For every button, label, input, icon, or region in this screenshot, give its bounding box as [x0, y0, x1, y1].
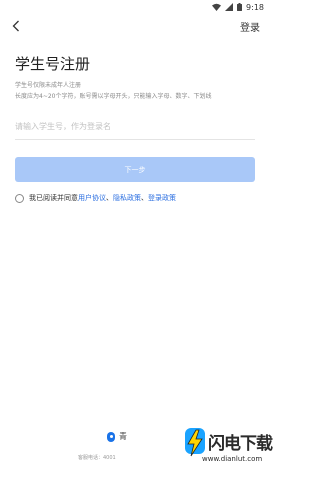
agree-checkbox[interactable] [15, 193, 24, 203]
signal-icon [225, 3, 234, 11]
next-step-button[interactable]: 下一步 [15, 157, 255, 182]
watermark-url: www.dianlut.com [202, 455, 263, 463]
footer-brand: 青 [107, 431, 127, 442]
brand-logo-icon [107, 431, 115, 442]
watermark-title: 闪电下载 [208, 434, 273, 454]
hint-minor-only: 学生号仅限未成年人注册 [15, 82, 82, 89]
agree-separator: 、 [106, 194, 113, 202]
top-nav-bar: 登录 [0, 14, 270, 38]
wifi-icon [212, 3, 222, 11]
lightning-logo-icon [185, 428, 205, 457]
hint-username-rules: 长度应为4~20个字符，账号需以字母开头，只能输入字母、数字、下划线 [15, 93, 212, 100]
page-title: 学生号注册 [15, 55, 91, 73]
footer-company: 青 [119, 432, 127, 441]
chevron-left-icon [12, 20, 19, 32]
battery-icon [237, 3, 243, 11]
login-link[interactable]: 登录 [240, 19, 260, 34]
status-bar: 9:18 [0, 0, 270, 14]
agree-separator: 、 [141, 194, 148, 202]
student-id-input[interactable] [15, 114, 255, 140]
user-agreement-link[interactable]: 用户协议 [78, 193, 106, 203]
agreement-row: 我已阅读并同意 用户协议 、 隐私政策 、 登录政策 [15, 192, 176, 204]
back-button[interactable] [9, 18, 23, 34]
watermark: 闪电下载 www.dianlut.com [182, 425, 273, 477]
footer-phone: 客服电话：4001 [78, 455, 116, 461]
login-policy-link[interactable]: 登录政策 [148, 193, 176, 203]
privacy-policy-link[interactable]: 隐私政策 [113, 193, 141, 203]
status-time: 9:18 [246, 2, 264, 12]
agree-prefix: 我已阅读并同意 [29, 194, 78, 202]
